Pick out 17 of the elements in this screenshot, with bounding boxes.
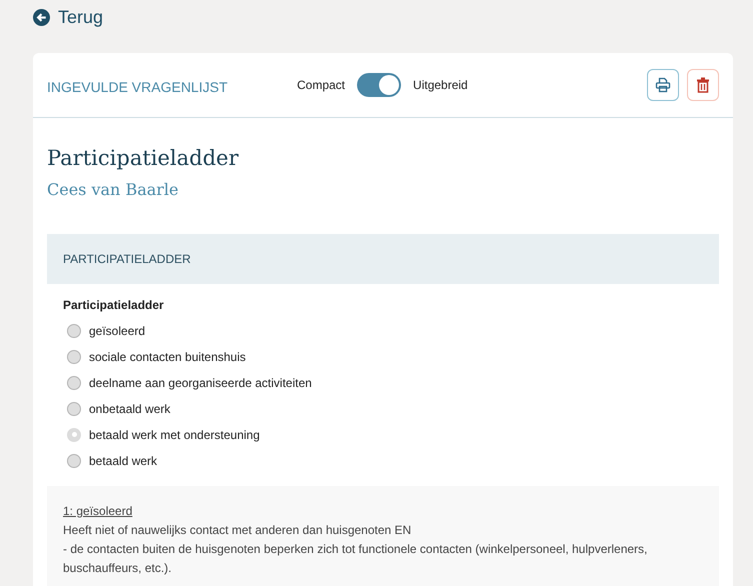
info-text: Heeft niet of nauwelijks contact met anderen dan huisgenoten EN bbox=[63, 522, 412, 538]
option-label: deelname aan georganiseerde activiteiten bbox=[89, 376, 312, 390]
back-link[interactable]: Terug bbox=[33, 6, 104, 28]
info-text: - de contacten buiten de huisgenoten beperken zich tot functionele contacten (winkelpersoneel, hulpverleners, buschauffeurs, etc.). bbox=[63, 540, 648, 576]
header-title: INGEVULDE VRAGENLIJST bbox=[47, 78, 228, 94]
option-label: betaald werk bbox=[89, 454, 158, 468]
extended-label: Uitgebreid bbox=[413, 78, 468, 92]
page-title: Participatieladder bbox=[47, 146, 240, 170]
client-name: Cees van Baarle bbox=[47, 180, 180, 198]
section-header: PARTICIPATIELADDER bbox=[47, 234, 719, 284]
question-label: Participatieladder bbox=[62, 296, 165, 312]
option-label: betaald werk met ondersteuning bbox=[89, 428, 260, 442]
option-label: onbetaald werk bbox=[89, 402, 170, 416]
option-label: sociale contacten buitenshuis bbox=[89, 350, 246, 364]
compact-label: Compact bbox=[297, 78, 346, 92]
info-link[interactable]: 1: geïsoleerd bbox=[63, 502, 132, 520]
option-label: geïsoleerd bbox=[89, 324, 146, 338]
